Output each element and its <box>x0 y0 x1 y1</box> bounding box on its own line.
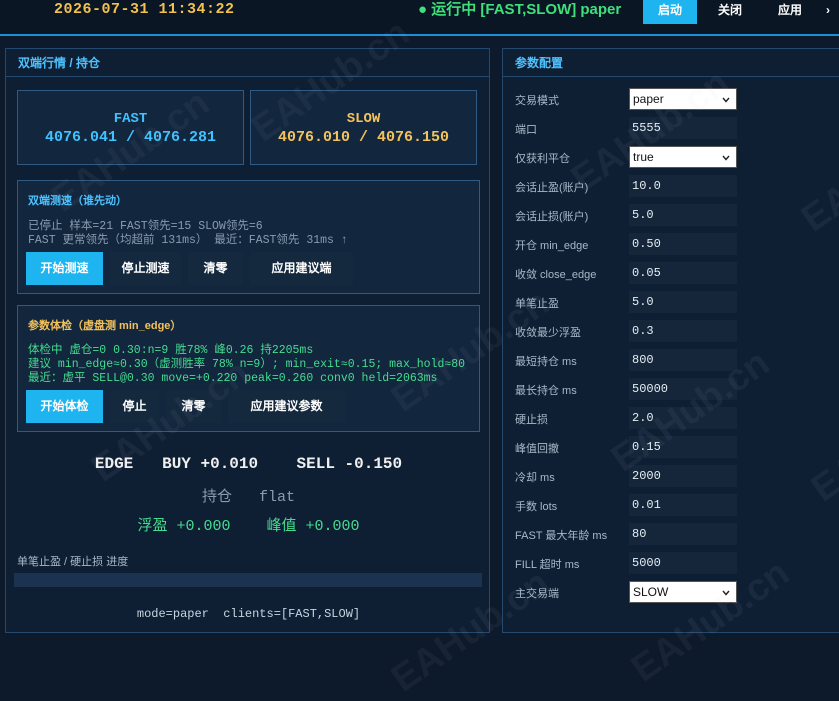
config-input[interactable]: 2.0 <box>629 407 737 429</box>
config-label: FILL 超时 ms <box>515 559 580 571</box>
slow-name: SLOW <box>346 111 381 127</box>
config-input[interactable]: 2000 <box>629 465 737 487</box>
fast-price: 4076.041 / 4076.281 <box>44 129 217 146</box>
config-input[interactable]: 800 <box>629 349 737 371</box>
config-row: 开仓 min_edge 0.50 <box>503 230 839 259</box>
config-input[interactable]: 0.01 <box>629 494 737 516</box>
stop-speed-test-button[interactable]: 停止测速 <box>110 252 181 285</box>
slow-quote-card: SLOW 4076.010 / 4076.150 <box>250 90 477 165</box>
config-select-value: SLOW <box>633 585 669 599</box>
config-label: 会话止损(账户) <box>515 211 589 223</box>
chevron-down-icon <box>722 97 730 103</box>
clear-speed-test-button[interactable]: 清零 <box>188 252 243 285</box>
apply-button[interactable]: 应用 <box>763 0 817 24</box>
close-button[interactable]: 关闭 <box>703 0 757 24</box>
config-panel: 参数配置 交易模式 paper 端口 5555 仅获利平仓 true 会话止盈(账户) 10.… <box>502 48 839 633</box>
market-panel-title: 双端行情 / 持仓 <box>6 49 489 77</box>
config-input[interactable]: 5555 <box>629 117 737 139</box>
config-row: 主交易端 SLOW <box>503 578 839 607</box>
config-row: 端口 5555 <box>503 114 839 143</box>
config-input[interactable]: 0.50 <box>629 233 737 255</box>
start-param-check-button[interactable]: 开始体检 <box>26 390 103 423</box>
config-label: 冷却 ms <box>515 472 555 484</box>
config-row: 硬止损 2.0 <box>503 404 839 433</box>
speed-test-box: 双端测速（谁先动） 已停止 样本=21 FAST领先=15 SLOW领先=6 F… <box>17 180 480 294</box>
pnl-readout: 浮盈 +0.000 峰值 +0.000 <box>137 518 360 535</box>
config-input[interactable]: 0.3 <box>629 320 737 342</box>
start-button[interactable]: 启动 <box>643 0 697 24</box>
config-select[interactable]: true <box>629 146 737 168</box>
fast-quote-card: FAST 4076.041 / 4076.281 <box>17 90 244 165</box>
config-label: 主交易端 <box>515 588 559 600</box>
config-input[interactable]: 0.15 <box>629 436 737 458</box>
stop-param-check-button[interactable]: 停止 <box>110 390 159 423</box>
config-row: 会话止损(账户) 5.0 <box>503 201 839 230</box>
top-bar: 2026-07-31 11:34:22 ● 运行中 [FAST,SLOW] pa… <box>0 0 839 36</box>
config-input[interactable]: 5000 <box>629 552 737 574</box>
config-label: 会话止盈(账户) <box>515 182 589 194</box>
config-label: 端口 <box>515 124 537 136</box>
config-input[interactable]: 5.0 <box>629 291 737 313</box>
config-panel-title: 参数配置 <box>503 49 839 77</box>
config-label: 开仓 min_edge <box>515 240 589 252</box>
config-row: 冷却 ms 2000 <box>503 462 839 491</box>
position-readout: 持仓 flat <box>201 489 295 506</box>
config-label: 最短持仓 ms <box>515 356 577 368</box>
slow-price: 4076.010 / 4076.150 <box>277 129 450 146</box>
chevron-down-icon <box>722 590 730 596</box>
run-status: ● 运行中 [FAST,SLOW] paper <box>418 1 622 18</box>
config-row: 手数 lots 0.01 <box>503 491 839 520</box>
config-select-value: true <box>633 150 654 164</box>
clock: 2026-07-31 11:34:22 <box>54 1 235 18</box>
param-check-title: 参数体检（虚盘测 min_edge） <box>28 320 182 332</box>
config-label: 最长持仓 ms <box>515 385 577 397</box>
chevron-down-icon <box>722 155 730 161</box>
config-input[interactable]: 10.0 <box>629 175 737 197</box>
config-row: 单笔止盈 5.0 <box>503 288 839 317</box>
clear-param-check-button[interactable]: 清零 <box>166 390 221 423</box>
config-row: 收敛最少浮盈 0.3 <box>503 317 839 346</box>
config-label: 单笔止盈 <box>515 298 559 310</box>
config-row: FAST 最大年龄 ms 80 <box>503 520 839 549</box>
param-check-box: 参数体检（虚盘测 min_edge） 体检中 虚仓=0 0.30:n=9 胜78… <box>17 305 480 432</box>
config-select[interactable]: SLOW <box>629 581 737 603</box>
config-label: 峰值回撤 <box>515 443 559 455</box>
config-label: 硬止损 <box>515 414 548 426</box>
fast-name: FAST <box>113 111 148 127</box>
config-select-value: paper <box>633 92 664 106</box>
overflow-button[interactable]: › <box>826 0 839 24</box>
config-label: 仅获利平仓 <box>515 153 570 165</box>
config-label: FAST 最大年龄 ms <box>515 530 608 542</box>
config-input[interactable]: 50000 <box>629 378 737 400</box>
speed-test-title: 双端测速（谁先动） <box>28 195 127 207</box>
config-input[interactable]: 0.05 <box>629 262 737 284</box>
progress-label: 单笔止盈 / 硬止损 进度 <box>17 556 129 568</box>
config-label: 收敛 close_edge <box>515 269 597 281</box>
config-row: 最短持仓 ms 800 <box>503 346 839 375</box>
config-input[interactable]: 5.0 <box>629 204 737 226</box>
config-row: 峰值回撤 0.15 <box>503 433 839 462</box>
config-row: 会话止盈(账户) 10.0 <box>503 172 839 201</box>
config-row: 收敛 close_edge 0.05 <box>503 259 839 288</box>
apply-suggested-endpoint-button[interactable]: 应用建议端 <box>250 252 353 285</box>
mode-footer: mode=paper clients=[FAST,SLOW] <box>136 607 361 621</box>
config-row: 最长持仓 ms 50000 <box>503 375 839 404</box>
start-speed-test-button[interactable]: 开始测速 <box>26 252 103 285</box>
config-select[interactable]: paper <box>629 88 737 110</box>
config-label: 收敛最少浮盈 <box>515 327 581 339</box>
config-row: 仅获利平仓 true <box>503 143 839 172</box>
apply-suggested-params-button[interactable]: 应用建议参数 <box>228 390 345 423</box>
config-row: FILL 超时 ms 5000 <box>503 549 839 578</box>
config-label: 交易模式 <box>515 95 559 107</box>
market-panel: 双端行情 / 持仓 FAST 4076.041 / 4076.281 SLOW … <box>5 48 490 633</box>
edge-readout: EDGE BUY +0.010 SELL -0.150 <box>94 455 403 473</box>
config-row: 交易模式 paper <box>503 85 839 114</box>
param-check-recent: 最近：虚平 SELL@0.30 move=+0.220 peak=0.260 c… <box>28 372 438 385</box>
config-label: 手数 lots <box>515 501 558 513</box>
speed-test-summary: FAST 更常领先（均超前 131ms） 最近：FAST领先 31ms ↑ <box>28 234 348 247</box>
config-input[interactable]: 80 <box>629 523 737 545</box>
progress-bar <box>14 573 482 587</box>
